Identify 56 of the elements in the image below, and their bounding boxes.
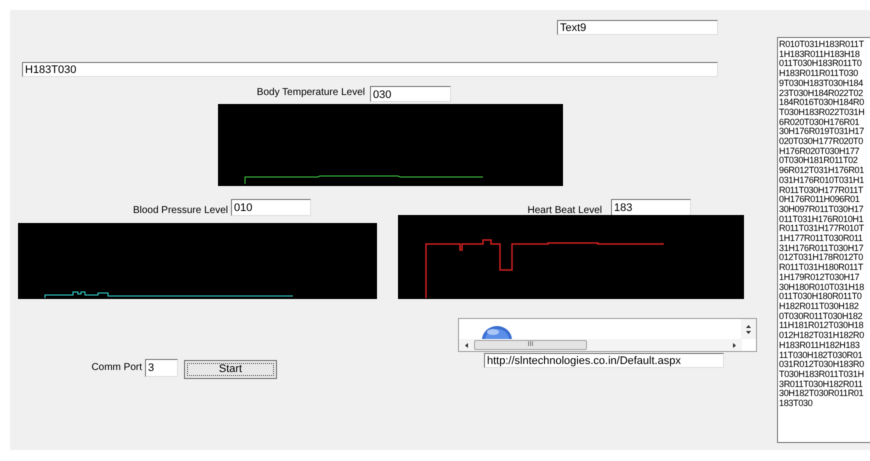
log-line: 30H180R010T031H18 [779, 282, 864, 292]
log-line: H183R011R011T030 [779, 69, 858, 79]
log-line: 011T030H183R011T0 [779, 59, 862, 70]
temperature-field[interactable]: 030 [370, 86, 451, 102]
log-line: 30H176R019T031H17 [779, 127, 864, 138]
log-line: 11H181R012T030H18 [779, 321, 864, 332]
blood-pressure-field[interactable]: 010 [231, 199, 311, 216]
start-button[interactable]: Start [184, 360, 277, 379]
log-line: 1H183R011H183H18 [779, 50, 860, 60]
text-field[interactable]: Text9 [557, 20, 718, 35]
log-line: 184R016T030H184R0 [779, 98, 864, 108]
log-line: 31H176R011T030H17 [779, 244, 864, 254]
log-line: R011T030H177R011T [779, 186, 864, 196]
log-list[interactable] [777, 37, 870, 443]
url-field[interactable]: http://slntechnologies.co.in/Default.aspx [484, 353, 724, 368]
field-label: Heart Beat Level [528, 205, 602, 217]
log-line: 3R011T030H182R011 [779, 380, 863, 390]
right-arrow-icon[interactable] [733, 342, 736, 348]
log-line: 0T030H181R011T02 [779, 156, 858, 166]
log-line: R011T031H180R011T [779, 263, 864, 273]
log-line: 012H182T031H182R0 [779, 331, 864, 341]
log-line: 6R020T030H176R01 [779, 118, 860, 128]
vertical-scrollbar[interactable] [741, 319, 756, 339]
log-line: 1H177R011T030R011 [779, 234, 863, 244]
log-line: 012T031H178R012T0 [779, 253, 863, 264]
log-line: 96R012T031H176R01 [779, 166, 864, 176]
field-label: Blood Pressure Level [132, 205, 228, 217]
log-line: 30H097R011T030H17 [779, 204, 864, 215]
left-arrow-icon[interactable] [465, 342, 468, 348]
log-line: 020T030H177R020T0 [779, 137, 863, 147]
up-arrow-icon[interactable] [746, 324, 751, 328]
log-line: H176R020T030H177 [779, 146, 860, 156]
log-line: 011T030H180R011T0 [779, 292, 862, 302]
log-line: R011T031H177R010T [779, 224, 864, 234]
down-arrow-icon[interactable] [746, 330, 751, 334]
comm-port-field[interactable]: 3 [145, 359, 178, 377]
log-line: 11T030H182T030R01 [779, 350, 862, 360]
log-line: H182R011T030H182 [779, 302, 859, 312]
log-line: 1H179R012T030H17 [779, 272, 860, 283]
heart-beat-field[interactable]: 183 [611, 199, 691, 216]
field-label: Comm Port [91, 362, 142, 374]
log-line: 9T030H183T030H184 [779, 78, 863, 89]
field-label: Body Temperature Level [256, 87, 365, 99]
log-line: 23T030H184R022T02 [779, 88, 863, 98]
log-line: 011T031H176R010H1 [779, 214, 864, 224]
log-line: 0T030R011T030H182 [779, 312, 862, 322]
log-line: T030H183R022T031H [779, 108, 864, 118]
log-line: R010T031H183R011T [779, 40, 864, 50]
log-line: T030H183R011T031H [779, 370, 864, 380]
received-data-field[interactable]: H183T030 [22, 62, 718, 77]
log-line: 0H176R011H096R01 [779, 195, 860, 205]
log-line: 30H182T030R011R01 [779, 389, 864, 400]
log-line: 031H176R010T031H1 [779, 176, 864, 186]
log-line: 031R012T030H183R0 [779, 360, 864, 370]
log-line: H183R011H182H183 [779, 340, 860, 350]
log-line: 183T030 [779, 399, 812, 409]
